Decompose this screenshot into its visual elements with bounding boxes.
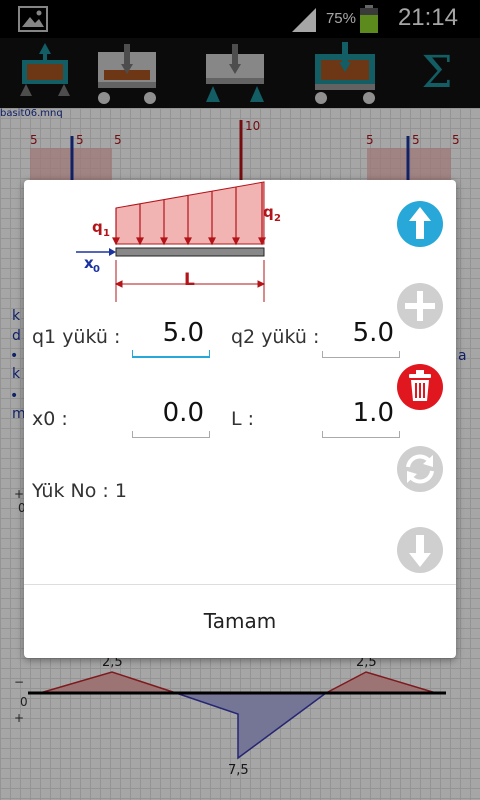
q2-input[interactable]: 5.0 [322, 318, 400, 358]
trash-icon[interactable] [396, 363, 444, 411]
ok-button[interactable]: Tamam [24, 585, 456, 658]
arrow-down-icon[interactable] [396, 526, 444, 574]
add-icon[interactable] [396, 282, 444, 330]
refresh-icon[interactable] [396, 445, 444, 493]
load-diagram: q 1 q 2 x 0 L [74, 180, 284, 304]
q1-label: q1 yükü : [32, 326, 121, 348]
q1-input[interactable]: 5.0 [132, 318, 210, 358]
load-dialog: q 1 q 2 x 0 L q1 yükü : 5.0 q2 yükü : 5.… [24, 180, 456, 658]
svg-text:2: 2 [274, 213, 281, 224]
svg-text:0: 0 [93, 264, 100, 275]
load-number: Yük No : 1 [32, 480, 127, 502]
q2-label: q2 yükü : [231, 326, 320, 348]
q2-diagram-label: q [263, 203, 274, 221]
arrow-up-icon[interactable] [396, 200, 444, 248]
L-input[interactable]: 1.0 [322, 398, 400, 438]
x0-input[interactable]: 0.0 [132, 398, 210, 438]
L-diagram-label: L [184, 270, 195, 290]
svg-text:1: 1 [103, 228, 110, 239]
x0-label: x0 : [32, 408, 68, 430]
L-label: L : [231, 408, 255, 430]
q1-diagram-label: q [92, 218, 103, 236]
